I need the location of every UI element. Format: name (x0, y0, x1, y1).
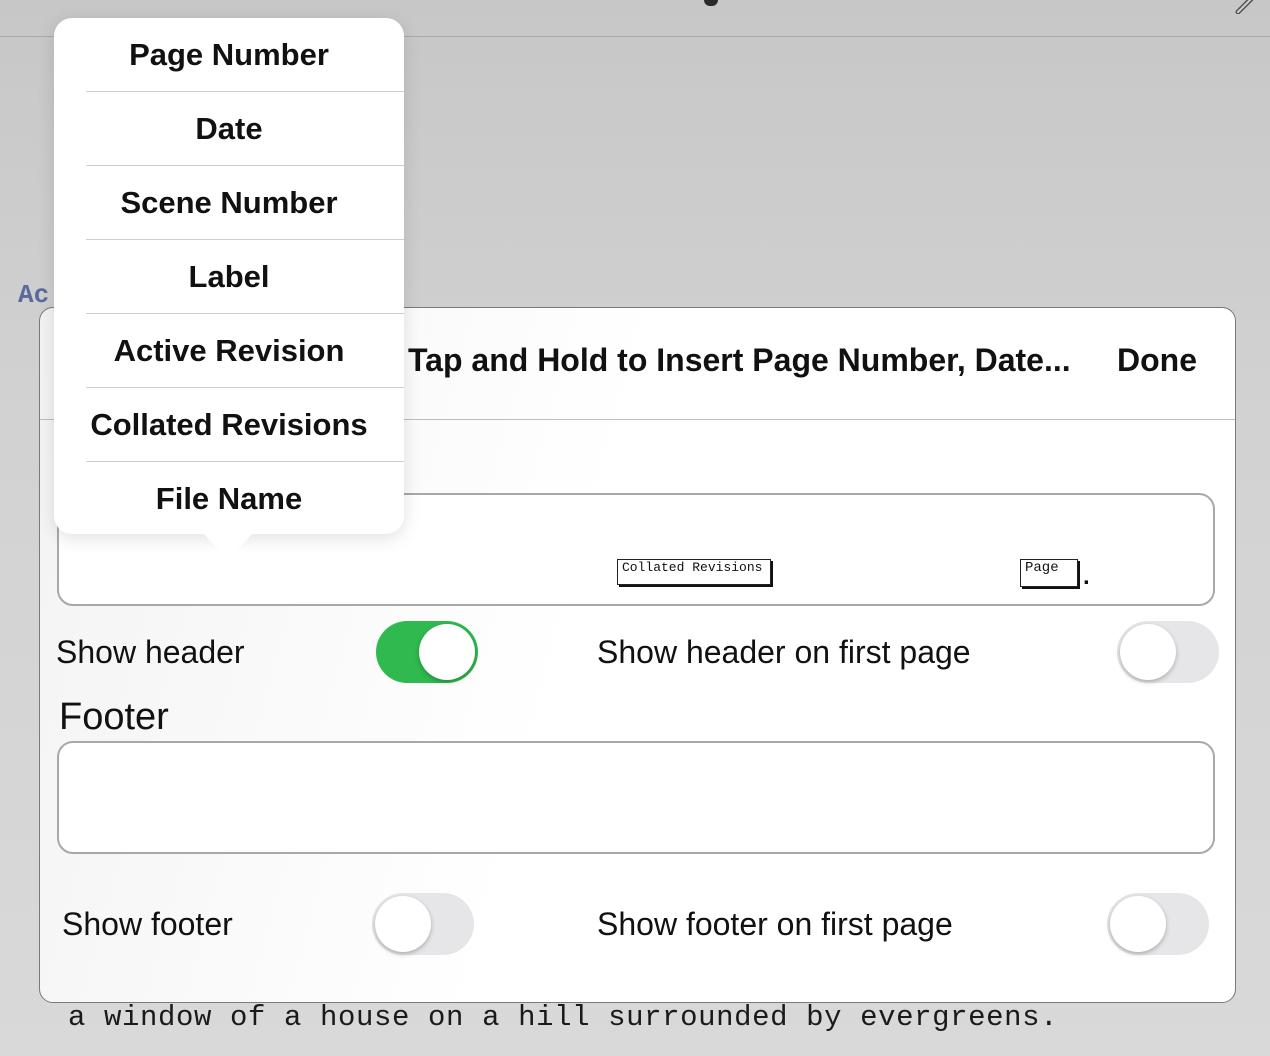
menu-item-label: Scene Number (120, 185, 338, 220)
menu-item-label-field[interactable]: Label (54, 240, 404, 314)
menu-item-collated-revisions[interactable]: Collated Revisions (54, 388, 404, 462)
menu-item-label: Active Revision (113, 333, 345, 368)
insert-field-popover: Page Number Date Scene Number Label Acti… (54, 18, 404, 534)
show-header-first-page-label: Show header on first page (597, 634, 971, 670)
toggle-knob (375, 896, 431, 952)
show-header-first-page-toggle[interactable] (1117, 621, 1219, 683)
popover-arrow (202, 532, 254, 560)
toggle-knob (1110, 896, 1166, 952)
show-footer-first-page-toggle[interactable] (1107, 893, 1209, 955)
menu-item-scene-number[interactable]: Scene Number (54, 166, 404, 240)
menu-item-page-number[interactable]: Page Number (54, 18, 404, 92)
pencil-icon (1235, 0, 1254, 14)
menu-item-file-name[interactable]: File Name (54, 462, 404, 536)
page-number-token[interactable]: Page (1020, 559, 1078, 587)
toolbar-title-fragment (704, 0, 718, 6)
menu-item-label: Page Number (129, 37, 329, 72)
menu-item-label: Date (195, 111, 263, 146)
show-header-label: Show header (56, 634, 245, 670)
show-footer-toggle[interactable] (372, 893, 474, 955)
menu-item-label: File Name (155, 481, 303, 516)
menu-item-date[interactable]: Date (54, 92, 404, 166)
menu-item-label: Collated Revisions (90, 407, 368, 442)
background-scene-heading: Ac (18, 280, 50, 310)
footer-text-field[interactable] (57, 741, 1215, 854)
menu-item-label: Label (188, 259, 270, 294)
insert-instruction-text: Tap and Hold to Insert Page Number, Date… (408, 342, 1071, 378)
toggle-knob (419, 624, 475, 680)
menu-item-active-revision[interactable]: Active Revision (54, 314, 404, 388)
show-header-toggle[interactable] (376, 621, 478, 683)
header-trailing-text: . (1083, 563, 1090, 590)
done-button[interactable]: Done (1117, 342, 1197, 379)
show-footer-first-page-label: Show footer on first page (597, 906, 953, 942)
toggle-knob (1120, 624, 1176, 680)
background-script-line: a window of a house on a hill surrounded… (68, 1001, 1059, 1034)
collated-revisions-token[interactable]: Collated Revisions (617, 559, 771, 585)
footer-section-title: Footer (59, 696, 169, 738)
show-footer-label: Show footer (62, 906, 233, 942)
